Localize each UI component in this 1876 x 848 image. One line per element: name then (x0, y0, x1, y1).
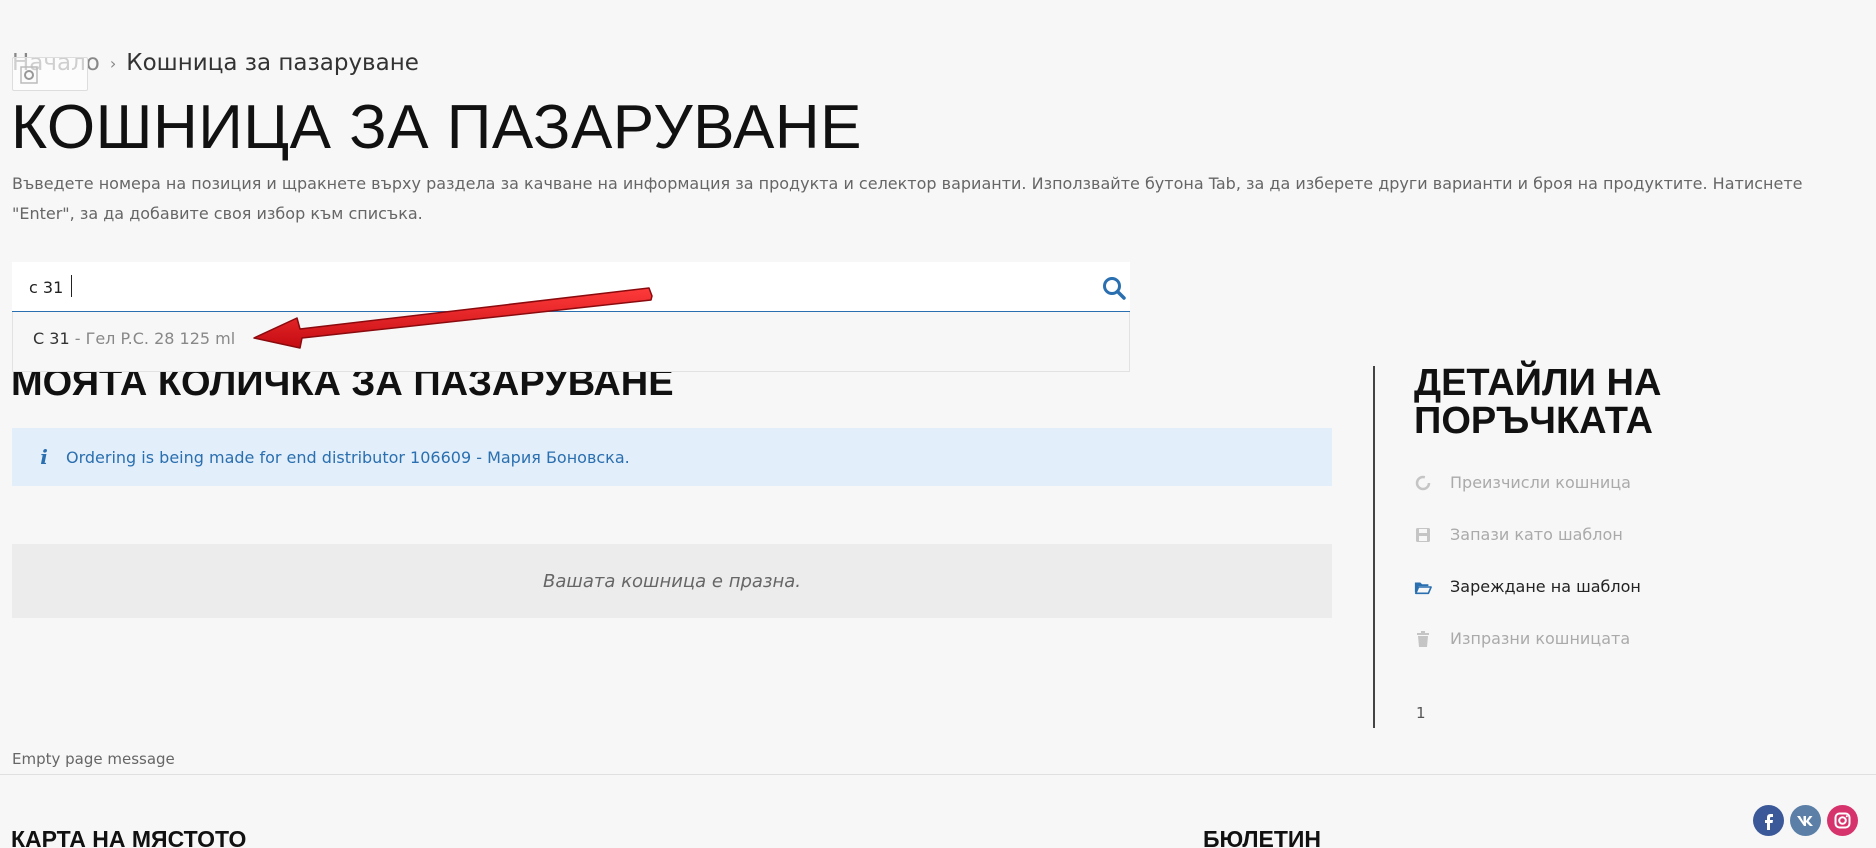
save-as-template-label: Запази като шаблон (1450, 525, 1623, 544)
facebook-glyph (1765, 814, 1773, 830)
load-template-button[interactable]: Зареждане на шаблон (1414, 577, 1641, 596)
facebook-icon[interactable] (1753, 805, 1784, 836)
floppy-disk-icon (1416, 527, 1430, 542)
instagram-icon[interactable] (1827, 805, 1858, 836)
shopping-cart-page: Начало › Кошница за пазаруване КОШНИЦА З… (0, 0, 1876, 848)
sidebar-divider (1373, 366, 1375, 728)
empty-page-message: Empty page message (12, 750, 175, 768)
suggestion-item[interactable]: C 31 - Гел P.C. 28 125 ml (33, 329, 235, 348)
refresh-icon (1415, 475, 1431, 490)
gear-icon (20, 66, 38, 84)
breadcrumb-separator: › (109, 53, 117, 73)
quick-order-search (12, 262, 1130, 312)
footer-divider (0, 774, 1876, 775)
edit-page-widget[interactable] (12, 57, 88, 91)
empty-cart-button[interactable]: Изпразни кошницата (1414, 629, 1630, 648)
breadcrumb-current: Кошница за пазаруване (126, 50, 419, 76)
load-template-label: Зареждане на шаблон (1450, 577, 1641, 596)
info-message: Ordering is being made for end distribut… (66, 447, 630, 467)
order-details-title: ДЕТАЙЛИ НА ПОРЪЧКАТА (1414, 362, 1662, 442)
info-icon: i (40, 445, 48, 469)
save-as-template-button[interactable]: Запази като шаблон (1414, 525, 1623, 544)
recalculate-cart-label: Преизчисли кошница (1450, 473, 1631, 492)
empty-cart-label: Изпразни кошницата (1450, 629, 1631, 648)
suggestion-dropdown: C 31 - Гел P.C. 28 125 ml (12, 312, 1130, 372)
footer-sitemap-heading: КАРТА НА МЯСТОТО (11, 826, 247, 848)
info-alert: i Ordering is being made for end distrib… (12, 428, 1332, 486)
vk-icon[interactable] (1790, 805, 1821, 836)
intro-text: Въведете номера на позиция и щракнете въ… (12, 174, 1803, 223)
suggestion-description: - Гел P.C. 28 125 ml (69, 329, 236, 348)
trash-icon (1417, 630, 1429, 647)
empty-cart-message: Вашата кошница е празна. (12, 544, 1332, 618)
footer-newsletter-heading: БЮЛЕТИН (1203, 826, 1322, 848)
page-number: 1 (1416, 704, 1426, 722)
search-input[interactable] (29, 273, 1029, 301)
search-icon[interactable] (1101, 275, 1127, 301)
recalculate-cart-button[interactable]: Преизчисли кошница (1414, 473, 1631, 492)
instagram-glyph (1834, 812, 1851, 829)
text-caret (71, 275, 72, 297)
page-title: КОШНИЦА ЗА ПАЗАРУВАНЕ (11, 93, 862, 162)
social-links (1753, 805, 1858, 836)
folder-open-icon (1414, 582, 1432, 594)
vk-glyph (1797, 816, 1813, 826)
suggestion-code: C 31 (33, 329, 70, 348)
